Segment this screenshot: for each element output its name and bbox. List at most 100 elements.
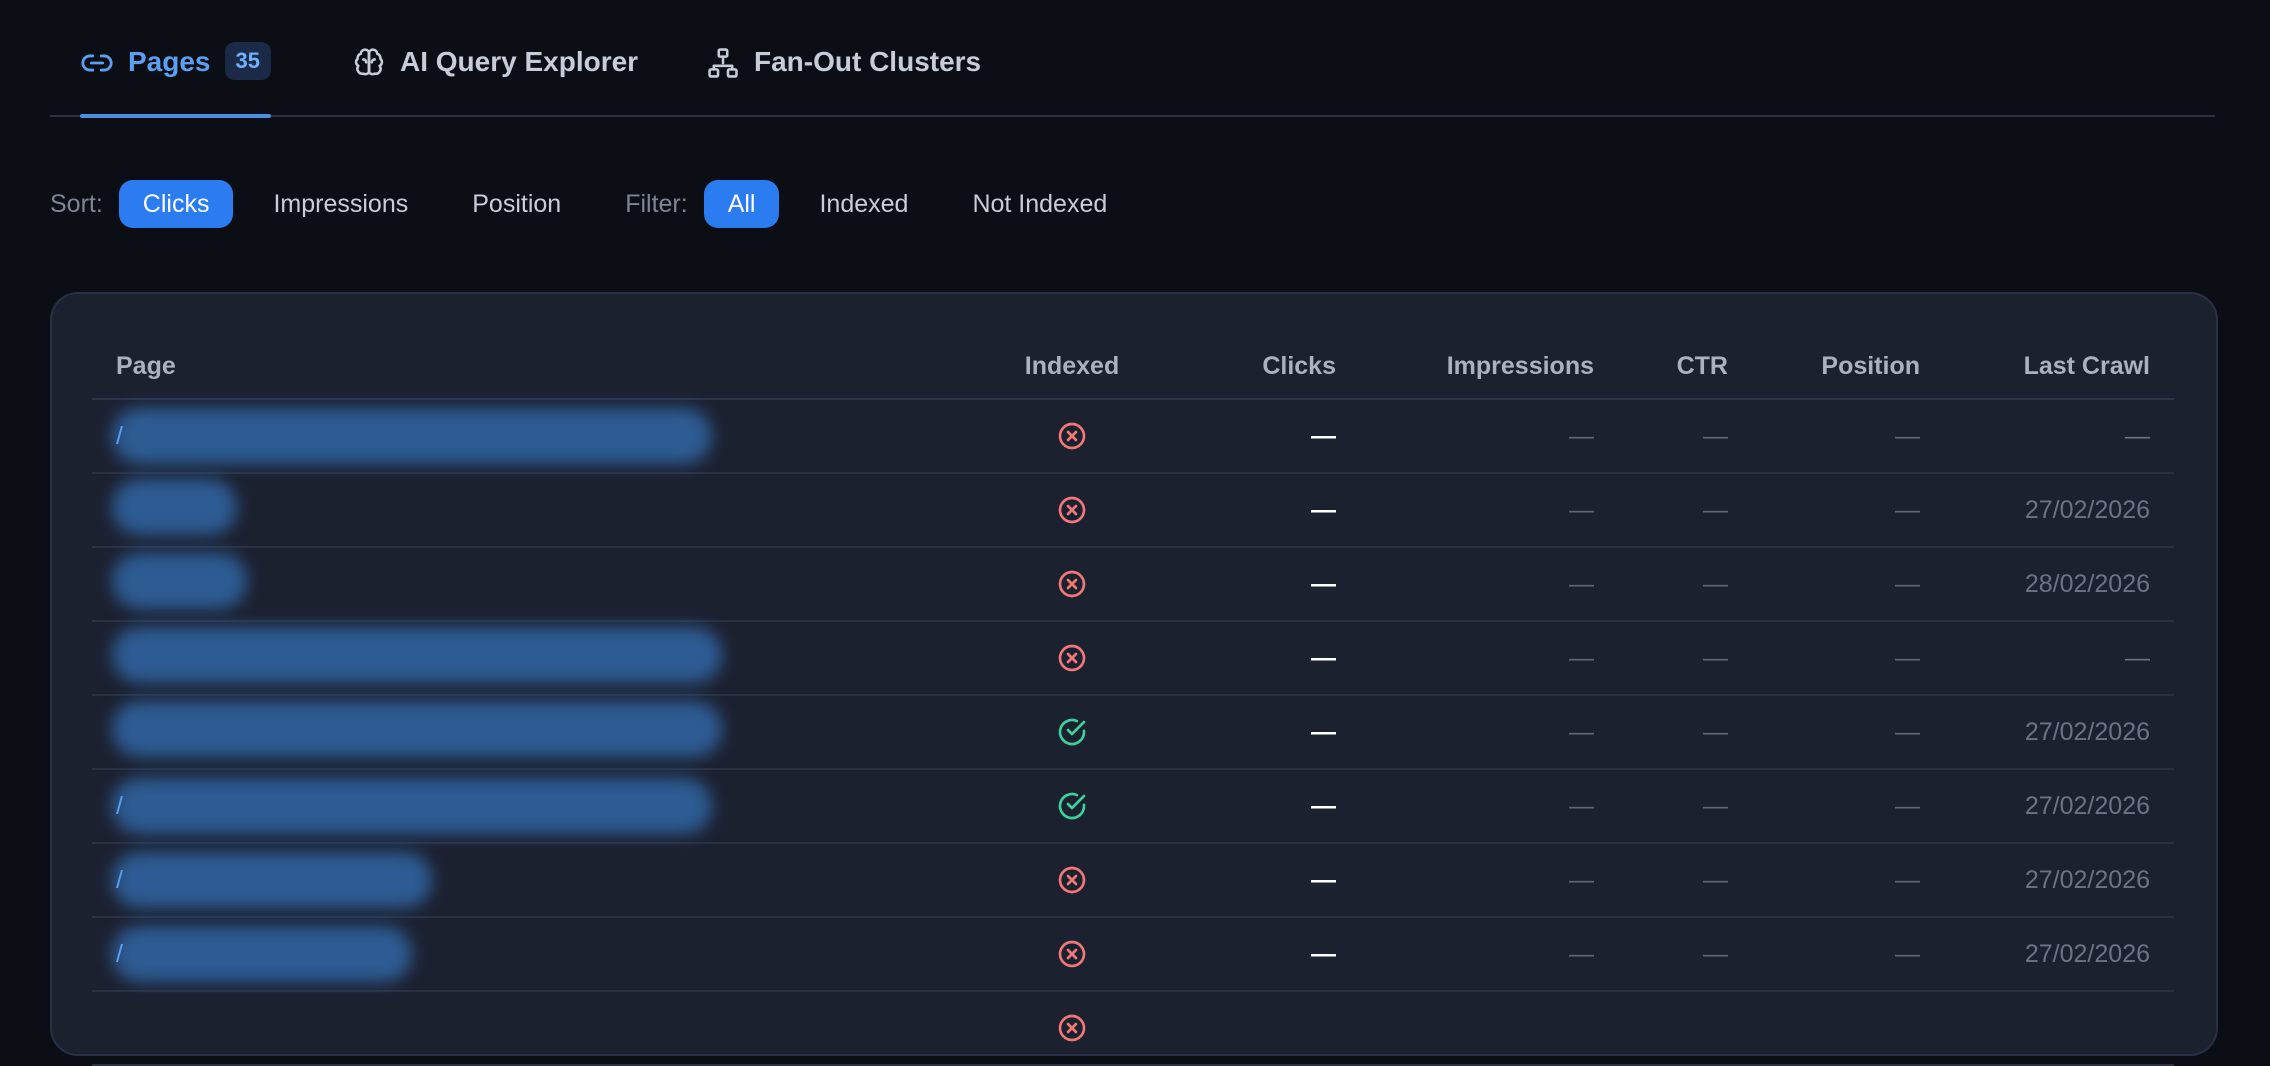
page-cell: / <box>92 769 972 844</box>
clicks-cell: — <box>1172 473 1360 548</box>
ctr-cell: — <box>1618 769 1752 844</box>
clicks-cell <box>1172 991 1360 1066</box>
table-row[interactable]: — — — —27/02/2026 <box>92 473 2174 548</box>
ctr-cell: — <box>1618 917 1752 992</box>
indexed-cell <box>972 399 1172 474</box>
table-row[interactable]: — — — —28/02/2026 <box>92 547 2174 622</box>
filter-indexed-button[interactable]: Indexed <box>795 180 932 228</box>
column-header-indexed[interactable]: Indexed <box>972 334 1172 400</box>
position-cell: — <box>1752 695 1944 770</box>
page-cell <box>92 695 972 770</box>
position-cell: — <box>1752 399 1944 474</box>
page-link[interactable]: / <box>112 852 432 908</box>
table-row[interactable]: — — — — — <box>92 621 2174 696</box>
redacted-url <box>112 778 712 834</box>
impressions-cell: — <box>1360 917 1618 992</box>
sort-clicks-button[interactable]: Clicks <box>118 180 234 228</box>
table-row[interactable]: / — — — — — <box>92 399 2174 474</box>
x-circle-icon <box>1056 495 1088 524</box>
tab-label: Pages <box>128 46 211 77</box>
impressions-cell: — <box>1360 547 1618 622</box>
page-link[interactable]: / <box>112 408 712 464</box>
ctr-cell: — <box>1618 695 1752 770</box>
column-header-impressions[interactable]: Impressions <box>1360 334 1618 400</box>
redacted-url <box>112 552 247 609</box>
check-circle-icon <box>1056 717 1088 746</box>
table-body: / — — — — — — — — —27/02/2026— — — —28/02/2026— — — — — —… <box>92 399 2174 1066</box>
sort-filter-bar: Sort: Clicks Impressions Position Filter… <box>50 180 1147 228</box>
page-count-badge: 35 <box>224 42 271 80</box>
clicks-cell: — <box>1172 769 1360 844</box>
column-header-page[interactable]: Page <box>92 334 972 400</box>
filter-not-indexed-button[interactable]: Not Indexed <box>948 180 1131 228</box>
tab-label: Fan-Out Clusters <box>754 46 982 77</box>
ctr-cell: — <box>1618 621 1752 696</box>
position-cell: — <box>1752 769 1944 844</box>
impressions-cell: — <box>1360 473 1618 548</box>
pages-table: Page Indexed Clicks Impressions CTR Posi… <box>92 334 2174 1066</box>
page-cell: / <box>92 917 972 992</box>
last-crawl-cell: — <box>1944 621 2174 696</box>
clicks-cell: — <box>1172 917 1360 992</box>
filter-label: Filter: <box>625 189 688 218</box>
page-cell: / <box>92 843 972 918</box>
redacted-url <box>112 926 412 982</box>
sort-impressions-button[interactable]: Impressions <box>249 180 432 228</box>
indexed-cell <box>972 695 1172 770</box>
x-circle-icon <box>1056 865 1088 894</box>
sort-label: Sort: <box>50 189 103 218</box>
page-link[interactable]: / <box>112 926 412 982</box>
table-row[interactable]: / — — — —27/02/2026 <box>92 917 2174 992</box>
ctr-cell: — <box>1618 547 1752 622</box>
page-link[interactable]: / <box>112 778 712 834</box>
column-header-ctr[interactable]: CTR <box>1618 334 1752 400</box>
redacted-url <box>112 478 237 535</box>
tab-bar: Pages 35 AI Query Explorer Fan-Out Clust… <box>50 0 2215 118</box>
ctr-cell: — <box>1618 399 1752 474</box>
indexed-cell <box>972 991 1172 1066</box>
indexed-cell <box>972 547 1172 622</box>
redacted-url <box>112 626 722 683</box>
page-cell <box>92 991 972 1066</box>
table-row[interactable]: / — — — —27/02/2026 <box>92 769 2174 844</box>
page-url: / <box>116 940 123 968</box>
position-cell: — <box>1752 917 1944 992</box>
impressions-cell <box>1360 991 1618 1066</box>
table-row[interactable]: — — — —27/02/2026 <box>92 695 2174 770</box>
impressions-cell: — <box>1360 843 1618 918</box>
clicks-cell: — <box>1172 843 1360 918</box>
position-cell: — <box>1752 547 1944 622</box>
page-url: / <box>116 422 123 450</box>
page-cell <box>92 621 972 696</box>
column-header-clicks[interactable]: Clicks <box>1172 334 1360 400</box>
clicks-cell: — <box>1172 695 1360 770</box>
table-row[interactable]: / — — — —27/02/2026 <box>92 843 2174 918</box>
last-crawl-cell: 27/02/2026 <box>1944 769 2174 844</box>
last-crawl-cell: 27/02/2026 <box>1944 473 2174 548</box>
tab-pages[interactable]: Pages 35 <box>80 42 271 118</box>
indexed-cell <box>972 621 1172 696</box>
clicks-cell: — <box>1172 621 1360 696</box>
clicks-cell: — <box>1172 547 1360 622</box>
link-icon <box>80 44 114 87</box>
table-row[interactable] <box>92 991 2174 1066</box>
indexed-cell <box>972 917 1172 992</box>
tab-label: AI Query Explorer <box>400 46 639 77</box>
indexed-cell <box>972 473 1172 548</box>
filter-all-button[interactable]: All <box>703 180 780 228</box>
column-header-last-crawl[interactable]: Last Crawl <box>1944 334 2174 400</box>
impressions-cell: — <box>1360 769 1618 844</box>
column-header-position[interactable]: Position <box>1752 334 1944 400</box>
indexed-cell <box>972 769 1172 844</box>
page-cell: / <box>92 399 972 474</box>
last-crawl-cell: 27/02/2026 <box>1944 843 2174 918</box>
position-cell <box>1752 991 1944 1066</box>
page-url: / <box>116 792 123 820</box>
ctr-cell: — <box>1618 843 1752 918</box>
position-cell: — <box>1752 843 1944 918</box>
tab-ai-query-explorer[interactable]: AI Query Explorer <box>352 44 638 116</box>
impressions-cell: — <box>1360 399 1618 474</box>
tab-fan-out-clusters[interactable]: Fan-Out Clusters <box>706 44 981 116</box>
page-cell <box>92 473 972 548</box>
sort-position-button[interactable]: Position <box>448 180 585 228</box>
